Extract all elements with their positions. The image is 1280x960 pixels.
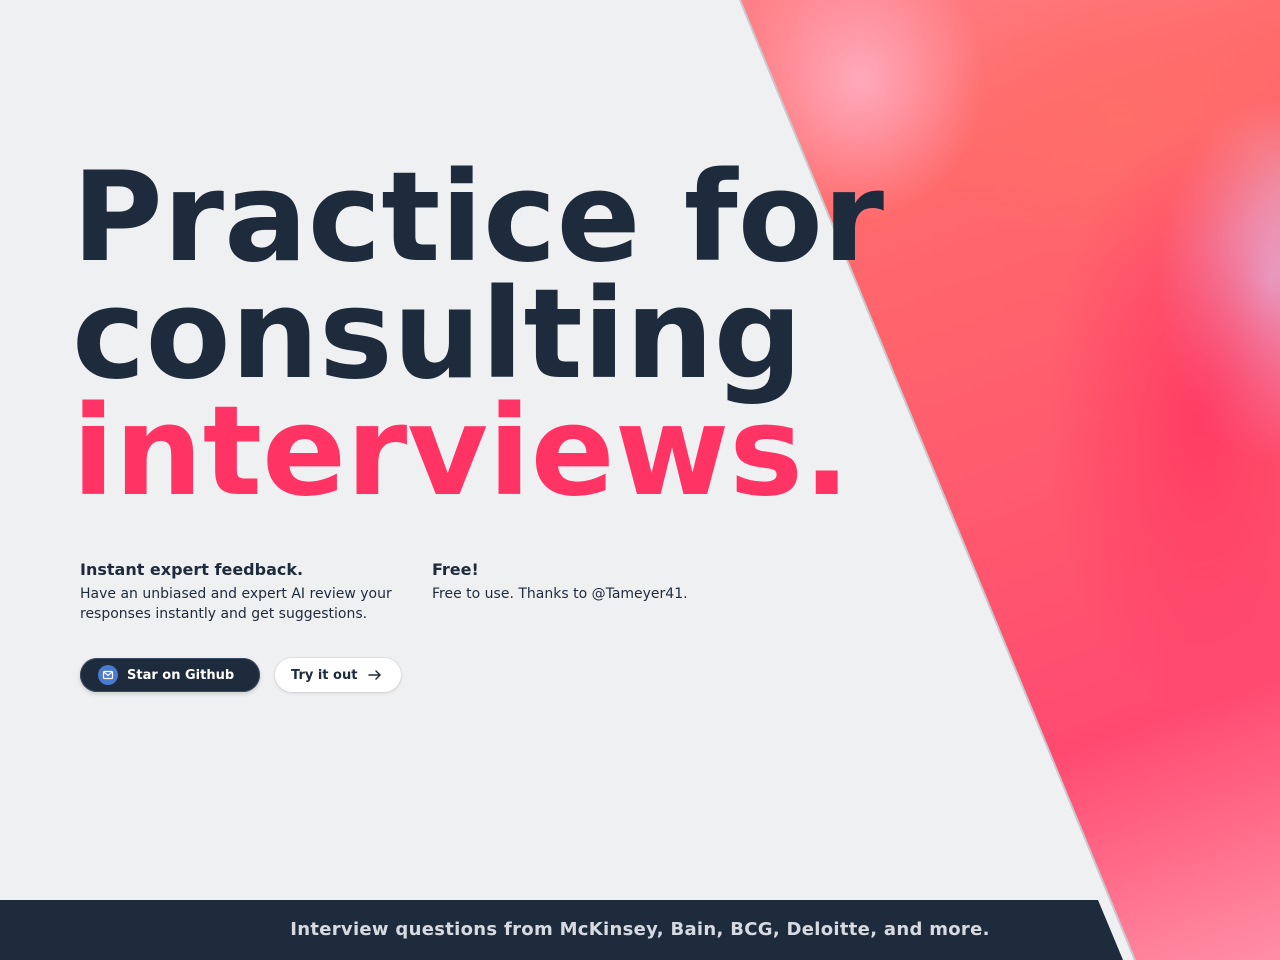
try-it-out-button[interactable]: Try it out bbox=[275, 658, 401, 692]
feature-description: Free to use. Thanks to @Tameyer41. bbox=[432, 586, 688, 602]
feature-title: Free! bbox=[432, 560, 479, 579]
feature-free: Free! Free to use. Thanks to @Tameyer41. bbox=[432, 560, 762, 604]
hero-line-1: Practice for bbox=[72, 146, 885, 290]
feature-title: Instant expert feedback. bbox=[80, 560, 304, 579]
feature-instant-feedback: Instant expert feedback. Have an unbiase… bbox=[80, 560, 410, 624]
github-button-label: Star on Github bbox=[127, 667, 235, 683]
try-button-label: Try it out bbox=[291, 667, 358, 683]
hero-line-3-accent: interviews. bbox=[72, 380, 851, 524]
feature-description: Have an unbiased and expert AI review yo… bbox=[80, 586, 392, 622]
mail-icon bbox=[98, 665, 118, 685]
star-on-github-button[interactable]: Star on Github bbox=[80, 658, 260, 692]
hero-line-2: consulting bbox=[72, 263, 803, 407]
footer-text: Interview questions from McKinsey, Bain,… bbox=[290, 919, 990, 940]
hero-headline: Practice for consulting interviews. bbox=[72, 146, 885, 524]
arrow-right-icon bbox=[367, 669, 383, 681]
